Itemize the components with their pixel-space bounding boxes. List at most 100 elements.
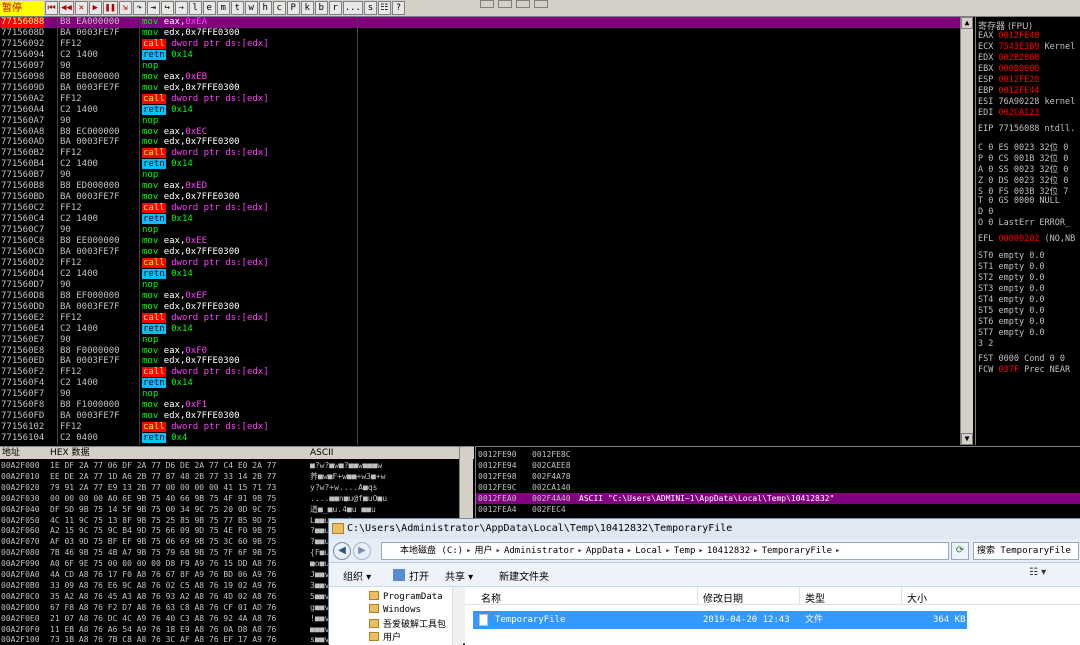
breadcrumb-item[interactable]: Administrator [504, 546, 574, 556]
disasm-row[interactable]: 7715608D BA 0003FE7F mov edx,0x7FFE0300 [0, 28, 972, 39]
navigation-pane[interactable]: ProgramData Windows 吾爱破解工具包 用户 [329, 587, 463, 645]
toolbar-button[interactable]: r [328, 1, 342, 15]
toolbar-button[interactable]: s [363, 1, 377, 15]
menu-item[interactable] [498, 0, 512, 8]
toolbar-button[interactable]: ↷ [132, 1, 146, 15]
register-row[interactable]: ST1 empty 0.0 [978, 262, 1045, 272]
toolbar-button[interactable]: ☷ [377, 1, 391, 15]
disasm-row[interactable]: 77156102 FF12 call dword ptr ds:[edx] [0, 422, 972, 433]
explorer-window[interactable]: C:\Users\Administrator\AppData\Local\Tem… [328, 518, 1080, 645]
refresh-icon[interactable]: ⟳ [951, 542, 969, 560]
chevron-right-icon[interactable]: ▸ [753, 546, 758, 556]
chevron-right-icon[interactable]: ▸ [466, 546, 471, 556]
chevron-right-icon[interactable]: ▸ [835, 546, 840, 556]
breadcrumb-item[interactable]: Temp [674, 546, 696, 556]
forward-arrow-icon[interactable]: ▶ [353, 542, 371, 560]
disasm-row[interactable]: 771560BD BA 0003FE7F mov edx,0x7FFE0300 [0, 192, 972, 203]
register-row[interactable]: ST0 empty 0.0 [978, 251, 1045, 261]
toolbar-button[interactable]: w [244, 1, 258, 15]
disasm-row[interactable]: 771560FD BA 0003FE7F mov edx,0x7FFE0300 [0, 411, 972, 422]
register-row[interactable]: ST7 empty 0.0 [978, 328, 1045, 338]
file-list-pane[interactable]: 名称 修改日期 类型 大小 TemporaryFile 2019-04-20 1… [465, 587, 1080, 645]
register-row[interactable]: ECX 7543E3B9 Kernel [978, 42, 1075, 52]
scroll-down-icon[interactable]: ▼ [961, 433, 973, 445]
chevron-right-icon[interactable]: ▸ [496, 546, 501, 556]
chevron-right-icon[interactable]: ▸ [665, 546, 670, 556]
disasm-row[interactable]: 771560F4 C2 1400 retn 0x14 [0, 378, 972, 389]
chevron-right-icon[interactable]: ▸ [577, 546, 582, 556]
toolbar-button[interactable]: c [272, 1, 286, 15]
search-input[interactable]: 搜索 TemporaryFile [973, 542, 1079, 560]
breadcrumb-item[interactable]: Local [635, 546, 662, 556]
navigation-scrollbar[interactable] [452, 587, 463, 645]
register-row[interactable]: 3 2 [978, 339, 993, 349]
toolbar-button[interactable]: e [202, 1, 216, 15]
disasm-row[interactable]: 771560ED BA 0003FE7F mov edx,0x7FFE0300 [0, 356, 972, 367]
address-bar[interactable]: 本地磁盘 (C:) ▸ 用户 ▸ Administrator ▸ AppData ▸ Local… [381, 542, 949, 560]
column-type[interactable]: 类型 [805, 590, 825, 605]
register-row[interactable]: T 0 GS 0000 NULL [978, 196, 1060, 206]
nav-item[interactable]: 吾爱破解工具包 [369, 617, 446, 630]
disasm-row[interactable]: 771560C8 B8 EE000000 mov eax,0xEE [0, 236, 972, 247]
toolbar-button[interactable]: ◀◀ [59, 1, 74, 15]
disasm-row[interactable]: 771560D8 B8 EF000000 mov eax,0xEF [0, 291, 972, 302]
menu-item[interactable] [516, 0, 530, 8]
disasm-row[interactable]: 771560A2 FF12 call dword ptr ds:[edx] [0, 93, 972, 105]
nav-item[interactable]: Windows [369, 604, 421, 615]
stack-row[interactable]: 0012FEA0 002F4A40 ASCII "C:\Users\ADMINI~1… [476, 493, 1080, 504]
disasm-row[interactable]: 771560F7 90 nop [0, 389, 972, 400]
toolbar-button[interactable]: ⇲ [118, 1, 132, 15]
stack-row[interactable]: 0012FE90 0012FE8C [476, 449, 1080, 460]
disasm-row[interactable]: 771560D7 90 nop [0, 280, 972, 291]
disasm-row[interactable]: 77156097 90 nop [0, 61, 972, 72]
disasm-row[interactable]: 77156094 C2 1400 retn 0x14 [0, 49, 972, 61]
disasm-row[interactable]: 771560B7 90 nop [0, 170, 972, 181]
disasm-row[interactable]: 771560AD BA 0003FE7F mov edx,0x7FFE0300 [0, 137, 972, 148]
toolbar-button[interactable]: ... [342, 1, 363, 15]
register-row[interactable]: EIP 77156088 ntdll. [978, 124, 1075, 134]
toolbar-button[interactable]: k [300, 1, 314, 15]
disasm-row[interactable]: 771560A7 90 nop [0, 116, 972, 127]
disasm-row[interactable]: 771560C7 90 nop [0, 225, 972, 236]
toolbar-button[interactable]: ⇢ [174, 1, 188, 15]
register-row[interactable]: EDI 002CA123 [978, 108, 1039, 118]
disasm-row[interactable]: 771560B2 FF12 call dword ptr ds:[edx] [0, 148, 972, 159]
chevron-right-icon[interactable]: ▸ [698, 546, 703, 556]
disasm-row[interactable]: 771560DD BA 0003FE7F mov edx,0x7FFE0300 [0, 302, 972, 313]
stack-row[interactable]: 0012FE9C 002CA140 [476, 482, 1080, 493]
register-row[interactable]: FST 0000 Cond 0 0 [978, 354, 1065, 364]
column-size[interactable]: 大小 [907, 590, 927, 605]
register-row[interactable]: EDX 002B2868 [978, 53, 1039, 63]
register-row[interactable]: ST5 empty 0.0 [978, 306, 1045, 316]
breadcrumb-item[interactable]: TemporaryFile [762, 546, 832, 556]
nav-item[interactable]: ProgramData [369, 591, 443, 602]
disasm-row[interactable]: 771560C4 C2 1400 retn 0x14 [0, 214, 972, 225]
back-arrow-icon[interactable]: ◀ [333, 542, 351, 560]
menu-item[interactable] [480, 0, 494, 8]
file-row[interactable]: TemporaryFile 2019-04-20 12:43 文件 364 KB [473, 611, 967, 629]
disasm-row[interactable]: 771560F2 FF12 call dword ptr ds:[edx] [0, 367, 972, 378]
toolbar-button[interactable]: ? [391, 1, 405, 15]
register-row[interactable]: ESI 76A90228 kernel [978, 97, 1075, 107]
toolbar-button[interactable]: m [216, 1, 230, 15]
open-button[interactable]: 打开 [409, 568, 429, 583]
breadcrumb-item[interactable]: 本地磁盘 (C:) [400, 546, 463, 556]
toolbar-button[interactable]: ▶ [88, 1, 102, 15]
disasm-row[interactable]: 77156092 FF12 call dword ptr ds:[edx] [0, 38, 972, 50]
disasm-row[interactable]: 771560D2 FF12 call dword ptr ds:[edx] [0, 257, 972, 269]
disasm-row[interactable]: 771560A4 C2 1400 retn 0x14 [0, 104, 972, 116]
chevron-right-icon[interactable]: ▸ [627, 546, 632, 556]
scroll-up-icon[interactable]: ▲ [961, 17, 973, 29]
explorer-title-bar[interactable]: C:\Users\Administrator\AppData\Local\Tem… [329, 519, 1080, 539]
toolbar-button[interactable]: h [258, 1, 272, 15]
breadcrumb-item[interactable]: 10412832 [707, 546, 750, 556]
disasm-row[interactable]: 771560CD BA 0003FE7F mov edx,0x7FFE0300 [0, 247, 972, 258]
disasm-row[interactable]: 771560E7 90 nop [0, 335, 972, 346]
toolbar-button[interactable]: ↪ [160, 1, 174, 15]
register-row[interactable]: FCW 037F Prec NEAR [978, 365, 1070, 375]
disassembly-scrollbar[interactable]: ▲ ▼ [960, 17, 973, 445]
disasm-row[interactable]: 77156098 B8 EB000000 mov eax,0xEB [0, 72, 972, 83]
register-row[interactable]: ST4 empty 0.0 [978, 295, 1045, 305]
register-row[interactable]: ST3 empty 0.0 [978, 284, 1045, 294]
disassembly-pane[interactable]: 77156088 B8 EA000000 mov eax,0xEA 7715608D B… [0, 17, 975, 445]
